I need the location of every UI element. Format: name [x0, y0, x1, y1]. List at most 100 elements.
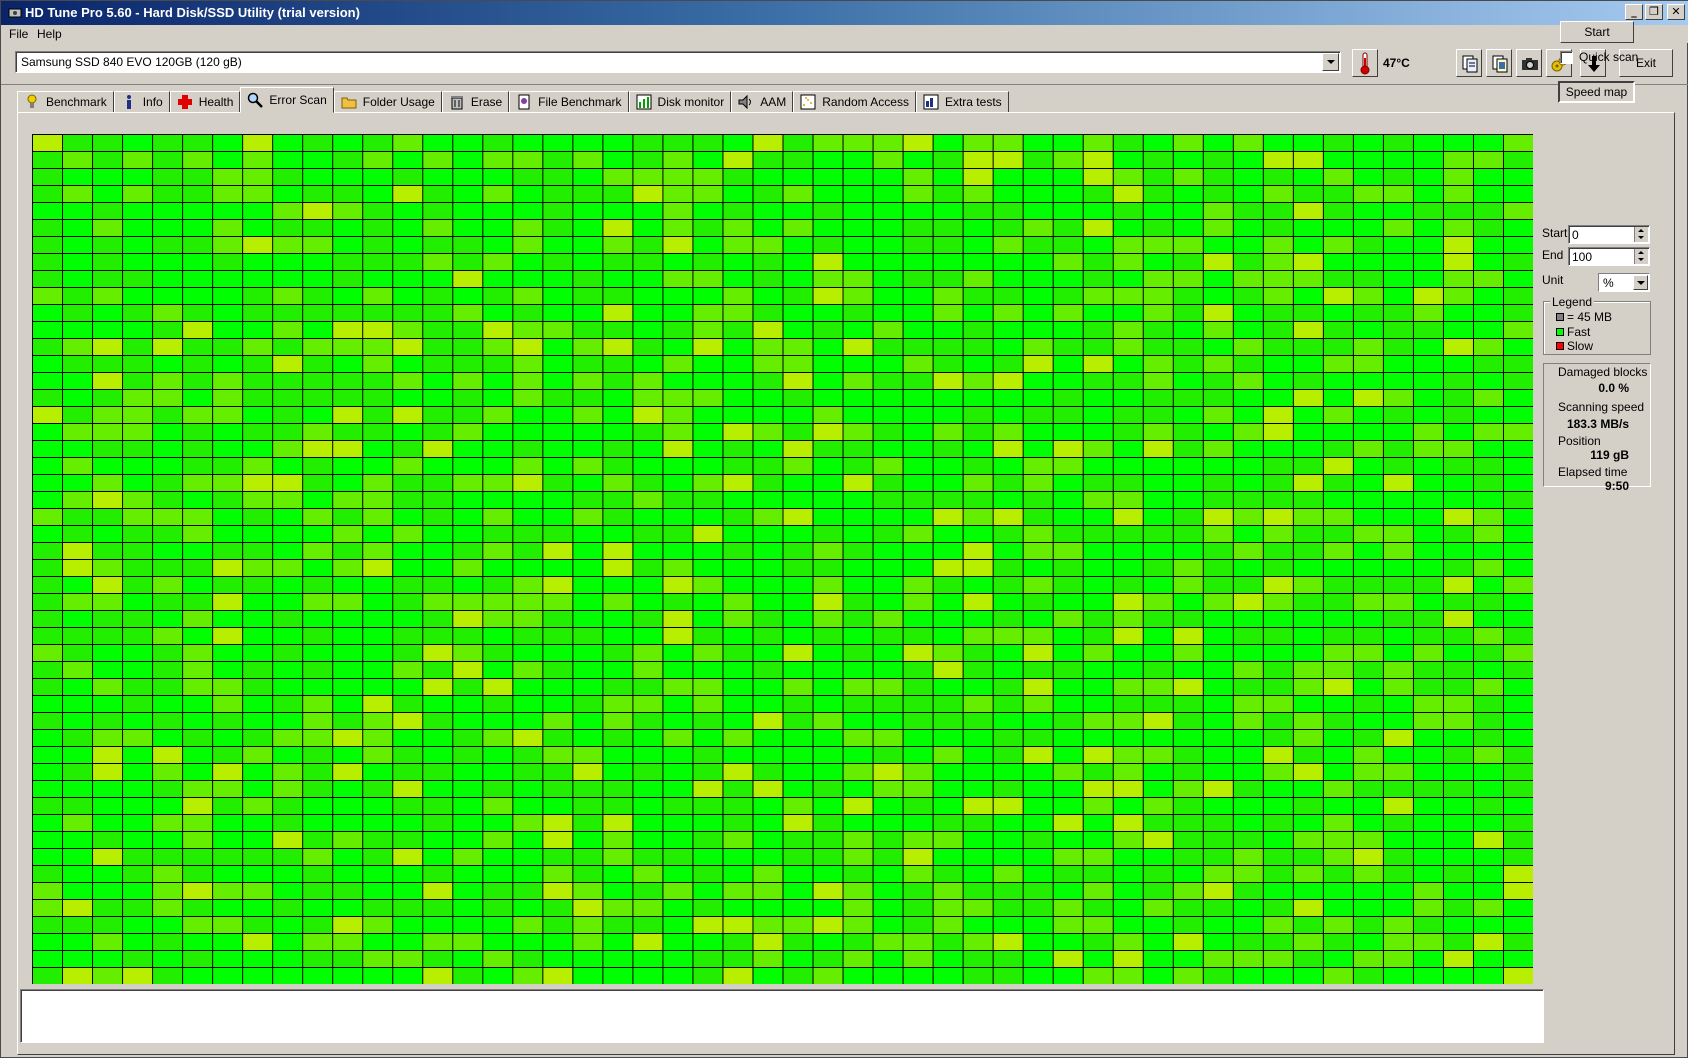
speed-map-block: [1053, 917, 1083, 933]
speed-map-block: [543, 900, 573, 916]
speed-map-block: [63, 390, 93, 406]
speed-map-toggle[interactable]: Speed map: [1558, 81, 1635, 103]
speed-map-block: [183, 203, 213, 219]
tab-erase[interactable]: Erase: [441, 91, 510, 113]
speed-map-block: [933, 900, 963, 916]
restore-button[interactable]: ❐: [1645, 4, 1663, 20]
speed-map-block: [33, 611, 63, 627]
speed-map-block: [63, 781, 93, 797]
speed-map-block: [243, 543, 273, 559]
speed-map-block: [813, 815, 843, 831]
speed-map-block: [303, 815, 333, 831]
speed-map-block: [603, 509, 633, 525]
tab-benchmark[interactable]: Benchmark: [17, 91, 114, 113]
close-button[interactable]: ✕: [1667, 4, 1685, 20]
speed-map-block: [693, 254, 723, 270]
speed-map-block: [993, 560, 1023, 576]
speed-map-block: [873, 424, 903, 440]
speed-map-block: [873, 883, 903, 899]
speed-map-block: [543, 832, 573, 848]
tab-info[interactable]: Info: [113, 91, 170, 113]
speed-map-block: [1503, 883, 1533, 899]
quick-scan-checkbox[interactable]: [1560, 50, 1573, 64]
speed-map-block: [183, 424, 213, 440]
speed-map-block: [273, 390, 303, 406]
speed-map-block: [1233, 696, 1263, 712]
log-textbox[interactable]: [20, 989, 1544, 1043]
tab-random-access[interactable]: Random Access: [793, 91, 916, 113]
speed-map-block: [483, 764, 513, 780]
title-bar[interactable]: HD Tune Pro 5.60 - Hard Disk/SSD Utility…: [1, 1, 1688, 25]
speed-map-block: [1503, 526, 1533, 542]
speed-map-block: [1173, 798, 1203, 814]
quick-scan-checkbox-row[interactable]: Quick scan: [1560, 50, 1638, 64]
start-spinbox-stepper[interactable]: [1634, 227, 1648, 242]
speed-map-block: [483, 951, 513, 967]
speed-map-block: [33, 254, 63, 270]
speed-map-block: [663, 917, 693, 933]
tab-disk-monitor[interactable]: Disk monitor: [628, 91, 732, 113]
speed-map-block: [723, 781, 753, 797]
speed-map-block: [1413, 832, 1443, 848]
speed-map-block: [993, 594, 1023, 610]
speed-map-block: [933, 951, 963, 967]
tab-health[interactable]: Health: [169, 91, 241, 113]
end-spinbox-stepper[interactable]: [1634, 249, 1648, 264]
tab-error-scan[interactable]: Error Scan: [240, 87, 334, 113]
start-spinbox[interactable]: 0: [1568, 225, 1650, 244]
speed-map-block: [63, 407, 93, 423]
speed-map-block: [963, 713, 993, 729]
drive-dropdown[interactable]: Samsung SSD 840 EVO 120GB (120 gB): [15, 51, 1341, 73]
speed-map-block: [1023, 407, 1053, 423]
speed-map-block: [903, 883, 933, 899]
speed-map-block: [573, 271, 603, 287]
menu-help[interactable]: Help: [37, 27, 62, 41]
screenshot-button[interactable]: [1516, 49, 1542, 77]
speed-map-block: [963, 730, 993, 746]
speed-map-block: [123, 305, 153, 321]
tab-file-benchmark[interactable]: File Benchmark: [509, 91, 629, 113]
speed-map-block: [243, 560, 273, 576]
speed-map-block: [423, 849, 453, 865]
speed-map-block: [393, 577, 423, 593]
chevron-down-icon[interactable]: [1633, 275, 1648, 290]
speed-map-block: [543, 356, 573, 372]
speed-map-block: [603, 679, 633, 695]
speed-map-block: [723, 373, 753, 389]
unit-dropdown[interactable]: %: [1598, 273, 1650, 292]
speed-map-block: [1173, 611, 1203, 627]
menu-file[interactable]: File: [9, 27, 28, 41]
speed-map-block: [183, 934, 213, 950]
speed-map-block: [153, 968, 183, 984]
end-spinbox[interactable]: 100: [1568, 247, 1650, 266]
speed-map-block: [123, 441, 153, 457]
speed-map-block: [663, 509, 693, 525]
chevron-down-icon[interactable]: [1322, 53, 1339, 71]
temperature-button[interactable]: [1352, 49, 1378, 77]
speed-map-block: [933, 696, 963, 712]
tab-folder-usage[interactable]: Folder Usage: [333, 91, 442, 113]
tab-extra-tests[interactable]: Extra tests: [915, 91, 1009, 113]
speed-map-block: [1113, 254, 1143, 270]
copy-text-button[interactable]: [1456, 49, 1482, 77]
speed-map-block: [453, 917, 483, 933]
start-scan-button[interactable]: Start: [1560, 21, 1634, 43]
speed-map-block: [723, 662, 753, 678]
speed-map-block: [1203, 220, 1233, 236]
tab-aam[interactable]: AAM: [731, 91, 794, 113]
speed-map-block: [1413, 730, 1443, 746]
speed-map-block: [633, 322, 663, 338]
speed-map-block: [843, 866, 873, 882]
copy-info-button[interactable]: [1486, 49, 1512, 77]
speed-map-block: [1113, 543, 1143, 559]
speed-map-block: [543, 815, 573, 831]
speed-map-block: [1083, 322, 1113, 338]
speed-map-block: [393, 441, 423, 457]
speed-map-block: [123, 900, 153, 916]
speed-map-block: [543, 798, 573, 814]
speed-map-block: [1113, 645, 1143, 661]
speed-map-block: [723, 951, 753, 967]
speed-map-block: [123, 764, 153, 780]
speed-map-block: [153, 866, 183, 882]
minimize-button[interactable]: _: [1625, 4, 1643, 20]
